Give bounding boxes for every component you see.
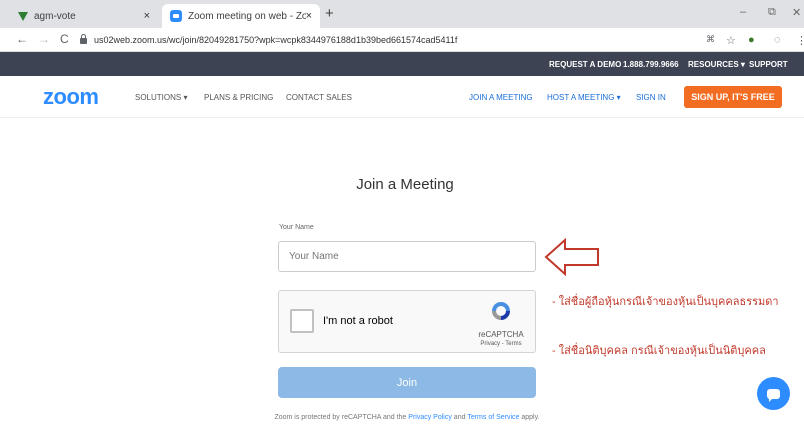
host-meeting-menu[interactable]: HOST A MEETING ▾: [547, 93, 621, 102]
back-button[interactable]: ←: [16, 32, 28, 46]
tab-zoom-meeting[interactable]: Zoom meeting on web - Zoom ×: [162, 4, 320, 28]
recaptcha-widget: I'm not a robot reCAPTCHA Privacy - Term…: [278, 290, 536, 353]
menu-icon[interactable]: ⋮: [796, 34, 804, 47]
url-text: us02web.zoom.us/wc/join/82049281750?wpk=…: [94, 35, 458, 45]
recaptcha-checkbox[interactable]: [290, 309, 314, 333]
star-icon[interactable]: ☆: [726, 34, 736, 47]
terms-of-service-link[interactable]: Terms of Service: [467, 414, 519, 421]
join-meeting-link[interactable]: JOIN A MEETING: [469, 93, 533, 102]
name-label: Your Name: [279, 224, 314, 231]
minimize-button[interactable]: –: [740, 6, 746, 18]
tab-agm-vote[interactable]: agm-vote ×: [8, 4, 158, 28]
address-bar[interactable]: us02web.zoom.us/wc/join/82049281750?wpk=…: [80, 31, 700, 49]
phone-link[interactable]: 1.888.799.9666: [623, 60, 679, 69]
request-demo-link[interactable]: REQUEST A DEMO: [549, 60, 621, 69]
plans-pricing-link[interactable]: PLANS & PRICING: [204, 93, 273, 102]
browser-tab-strip: agm-vote × Zoom meeting on web - Zoom × …: [0, 0, 804, 28]
reload-button[interactable]: C: [60, 32, 69, 46]
your-name-input[interactable]: [278, 241, 536, 272]
chat-button[interactable]: [757, 377, 790, 410]
new-tab-button[interactable]: +: [325, 5, 334, 22]
zoom-top-bar: REQUEST A DEMO 1.888.799.9666 RESOURCES …: [0, 52, 804, 76]
annotation-note-juristic: - ใส่ชื่อนิติบุคคล กรณีเจ้าของหุ้นเป็นนิ…: [552, 345, 766, 357]
recaptcha-footer: Zoom is protected by reCAPTCHA and the P…: [200, 414, 614, 421]
tab-close-icon[interactable]: ×: [144, 10, 150, 22]
chat-bubble-icon: [767, 388, 780, 402]
tab-title: agm-vote: [34, 10, 76, 22]
recaptcha-privacy-terms[interactable]: Privacy - Terms: [471, 341, 531, 347]
recaptcha-label: I'm not a robot: [323, 315, 393, 327]
support-link[interactable]: SUPPORT: [749, 60, 788, 69]
footer-text: Zoom is protected by reCAPTCHA and the: [274, 414, 409, 421]
zoom-logo[interactable]: zoom: [43, 84, 99, 110]
vue-favicon-icon: [18, 11, 28, 21]
close-window-button[interactable]: ✕: [792, 6, 801, 19]
screenshot: agm-vote × Zoom meeting on web - Zoom × …: [0, 0, 804, 426]
maximize-button[interactable]: ⧉: [768, 6, 776, 19]
resources-menu[interactable]: RESOURCES ▾: [688, 60, 745, 69]
translate-icon[interactable]: ⌘: [706, 34, 715, 45]
lock-icon: [80, 34, 87, 44]
zoom-navbar: zoom SOLUTIONS ▾ PLANS & PRICING CONTACT…: [0, 76, 804, 118]
footer-text: and: [451, 414, 468, 421]
annotation-note-individual: - ใส่ชื่อผู้ถือหุ้นกรณีเจ้าของหุ้นเป็นบุ…: [552, 296, 779, 308]
tab-title: Zoom meeting on web - Zoom: [188, 10, 306, 22]
forward-button[interactable]: →: [38, 32, 50, 46]
solutions-menu[interactable]: SOLUTIONS ▾: [135, 93, 187, 102]
sign-up-button[interactable]: SIGN UP, IT'S FREE: [684, 86, 782, 108]
zoom-favicon-icon: [170, 10, 182, 22]
contact-sales-link[interactable]: CONTACT SALES: [286, 93, 352, 102]
extension-icon[interactable]: ●: [748, 34, 755, 46]
privacy-policy-link[interactable]: Privacy Policy: [408, 414, 452, 421]
browser-toolbar: ← → C us02web.zoom.us/wc/join/8204928175…: [0, 28, 804, 52]
footer-text: apply.: [519, 414, 540, 421]
page-title: Join a Meeting: [356, 176, 454, 193]
recaptcha-brand: reCAPTCHA: [478, 330, 524, 339]
recaptcha-logo-icon: [492, 302, 510, 320]
join-button[interactable]: Join: [278, 367, 536, 398]
annotation-arrow-icon: [544, 237, 599, 277]
sign-in-link[interactable]: SIGN IN: [636, 93, 666, 102]
profile-icon[interactable]: ◌: [774, 34, 781, 46]
tab-close-icon[interactable]: ×: [306, 10, 312, 22]
